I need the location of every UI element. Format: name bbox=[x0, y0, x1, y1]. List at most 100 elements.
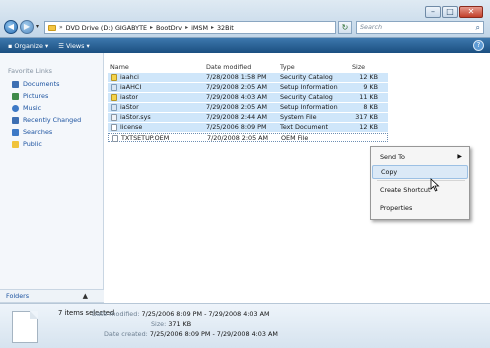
date-modified-row: Date modified: 7/25/2006 8:09 PM - 7/29/… bbox=[92, 310, 269, 318]
chevron-up-icon: ▲ bbox=[82, 292, 88, 300]
file-date: 7/29/2008 2:05 AM bbox=[206, 103, 268, 111]
file-size: 11 KB bbox=[359, 93, 378, 101]
forward-button[interactable]: ▶ bbox=[20, 20, 34, 34]
file-size: 12 KB bbox=[359, 123, 378, 131]
nav-item-recently-changed[interactable]: Recently Changed bbox=[12, 116, 81, 124]
folder-icon bbox=[48, 24, 56, 31]
help-icon[interactable]: ? bbox=[473, 40, 484, 51]
refresh-button[interactable]: ↻ bbox=[338, 21, 352, 34]
column-header-name[interactable]: Name bbox=[110, 63, 129, 71]
file-name: iaahci bbox=[120, 73, 139, 81]
close-button[interactable]: ✕ bbox=[459, 6, 483, 18]
back-button[interactable]: ◀ bbox=[4, 20, 18, 34]
views-label: Views bbox=[65, 41, 85, 50]
catalog-file-icon bbox=[111, 94, 117, 101]
multiple-files-icon bbox=[12, 311, 38, 343]
setup-info-file-icon bbox=[111, 84, 117, 91]
minimize-button[interactable]: – bbox=[425, 6, 441, 18]
organize-button[interactable]: ▪ Organize ▾ bbox=[8, 42, 48, 50]
menu-item-label: Create Shortcut bbox=[380, 186, 431, 194]
navigation-pane: Favorite Links Documents Pictures Music … bbox=[0, 53, 104, 298]
menu-separator bbox=[377, 180, 465, 181]
file-date: 7/25/2006 8:09 PM bbox=[206, 123, 267, 131]
file-date: 7/20/2008 2:05 AM bbox=[207, 134, 269, 142]
file-type: Setup Information bbox=[280, 83, 338, 91]
nav-item-music[interactable]: Music bbox=[12, 104, 41, 112]
menu-item-send-to[interactable]: Send To ▶ bbox=[372, 150, 468, 164]
column-header-type[interactable]: Type bbox=[280, 63, 295, 71]
folders-toggle[interactable]: Folders ▲ bbox=[0, 289, 104, 303]
nav-item-public[interactable]: Public bbox=[12, 140, 42, 148]
file-name: iaStor bbox=[120, 103, 139, 111]
date-modified-value: 7/25/2006 8:09 PM - 7/29/2008 4:03 AM bbox=[141, 310, 270, 318]
date-created-row: Date created: 7/25/2006 8:09 PM - 7/29/2… bbox=[104, 330, 278, 338]
table-row[interactable]: iaStor.sys 7/29/2008 2:44 AM System File… bbox=[108, 113, 388, 122]
menu-item-label: Properties bbox=[380, 204, 413, 212]
file-name: TXTSETUP.OEM bbox=[121, 134, 170, 142]
pictures-icon bbox=[12, 92, 19, 100]
date-created-label: Date created: bbox=[104, 330, 148, 338]
mouse-pointer-icon bbox=[430, 178, 440, 192]
chevron-down-icon: ▾ bbox=[86, 41, 90, 50]
menu-item-copy[interactable]: Copy bbox=[372, 165, 468, 179]
size-label: Size: bbox=[151, 320, 167, 328]
chevron-right-icon: ▸ bbox=[150, 24, 154, 31]
table-row[interactable]: iaAHCI 7/29/2008 2:05 AM Setup Informati… bbox=[108, 83, 388, 92]
breadcrumb-32bit[interactable]: 32Bit bbox=[217, 24, 234, 32]
table-row[interactable]: iaStor 7/29/2008 2:05 AM Setup Informati… bbox=[108, 103, 388, 112]
file-type: Text Document bbox=[280, 123, 329, 131]
file-type: Security Catalog bbox=[280, 93, 333, 101]
table-row[interactable]: iaahci 7/28/2008 1:58 PM Security Catalo… bbox=[108, 73, 388, 82]
back-arrow-icon: ◀ bbox=[7, 22, 15, 31]
nav-item-searches[interactable]: Searches bbox=[12, 128, 52, 136]
file-type: Security Catalog bbox=[280, 73, 333, 81]
nav-item-label: Public bbox=[23, 140, 42, 148]
text-file-icon bbox=[111, 124, 117, 131]
nav-item-pictures[interactable]: Pictures bbox=[12, 92, 48, 100]
context-menu: Send To ▶ Copy Create Shortcut Propertie… bbox=[370, 146, 470, 220]
table-row[interactable]: TXTSETUP.OEM 7/20/2008 2:05 AM OEM File bbox=[108, 133, 388, 142]
search-icon[interactable]: ⌕ bbox=[476, 22, 480, 33]
favorite-links-heading: Favorite Links bbox=[8, 67, 52, 75]
table-row[interactable]: license 7/25/2006 8:09 PM Text Document … bbox=[108, 123, 388, 132]
nav-item-documents[interactable]: Documents bbox=[12, 80, 59, 88]
maximize-button[interactable]: □ bbox=[442, 6, 458, 18]
column-header-date[interactable]: Date modified bbox=[206, 63, 251, 71]
catalog-file-icon bbox=[111, 74, 117, 81]
music-icon bbox=[12, 104, 19, 112]
search-placeholder: Search bbox=[360, 23, 383, 31]
size-value: 371 KB bbox=[168, 320, 192, 328]
submenu-arrow-icon: ▶ bbox=[457, 153, 462, 160]
nav-item-label: Pictures bbox=[23, 92, 49, 100]
searches-icon bbox=[12, 128, 19, 136]
breadcrumb-drive[interactable]: DVD Drive (D:) GIGABYTE bbox=[66, 24, 147, 32]
breadcrumb-bootdrv[interactable]: BootDrv bbox=[156, 24, 182, 32]
file-name: iaAHCI bbox=[120, 83, 142, 91]
file-size: 317 KB bbox=[355, 113, 378, 121]
file-date: 7/29/2008 2:44 AM bbox=[206, 113, 268, 121]
command-bar: ▪ Organize ▾ ☰ Views ▾ ? bbox=[0, 38, 490, 53]
nav-item-label: Recently Changed bbox=[23, 116, 82, 124]
chevron-right-icon: ▸ bbox=[185, 24, 189, 31]
nav-item-label: Searches bbox=[23, 128, 53, 136]
menu-item-properties[interactable]: Properties bbox=[372, 201, 468, 215]
address-bar[interactable]: » DVD Drive (D:) GIGABYTE ▸ BootDrv ▸ iM… bbox=[44, 21, 370, 34]
chevron-down-icon: ▾ bbox=[44, 41, 49, 50]
forward-arrow-icon: ▶ bbox=[23, 22, 31, 31]
nav-item-label: Music bbox=[23, 104, 42, 112]
text-file-icon bbox=[112, 135, 118, 142]
recent-pages-dropdown[interactable]: ▾ bbox=[36, 23, 39, 30]
date-modified-label: Date modified: bbox=[92, 310, 140, 318]
refresh-icon: ↻ bbox=[341, 23, 349, 32]
menu-item-label: Send To bbox=[380, 153, 405, 161]
table-row[interactable]: iastor 7/29/2008 4:03 AM Security Catalo… bbox=[108, 93, 388, 102]
size-row: Size: 371 KB bbox=[151, 320, 191, 328]
views-button[interactable]: ☰ Views ▾ bbox=[58, 42, 89, 50]
file-type: Setup Information bbox=[280, 103, 338, 111]
breadcrumb-imsm[interactable]: iMSM bbox=[191, 24, 208, 32]
search-input[interactable]: Search ⌕ bbox=[356, 21, 484, 34]
menu-item-create-shortcut[interactable]: Create Shortcut bbox=[372, 183, 468, 197]
column-header-size[interactable]: Size bbox=[352, 63, 365, 71]
views-icon: ☰ bbox=[58, 41, 64, 50]
explorer-window: – □ ✕ ◀ ▶ ▾ » DVD Drive (D:) GIGABYTE ▸ … bbox=[0, 0, 490, 348]
